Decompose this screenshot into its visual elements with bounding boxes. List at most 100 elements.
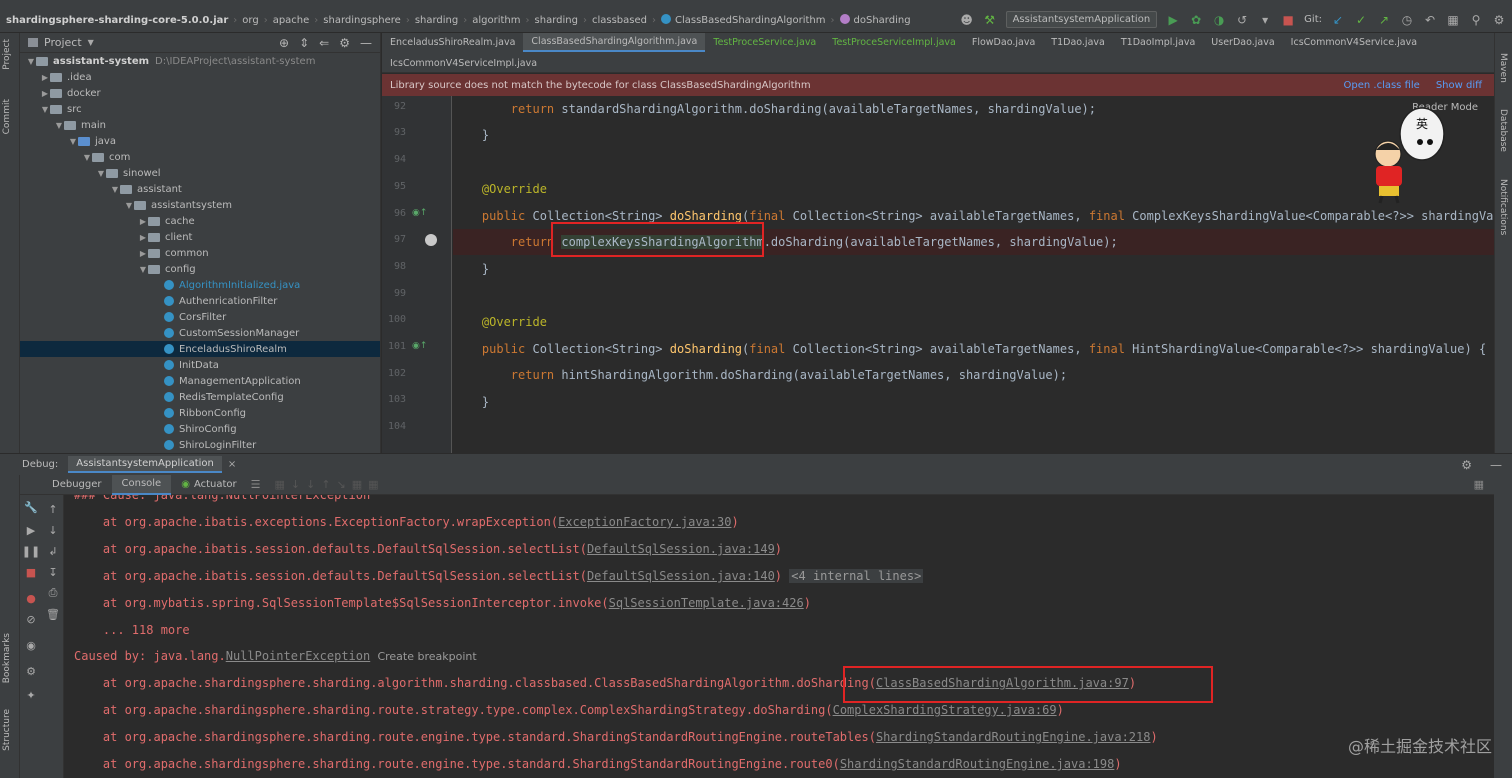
expand-arrow-icon[interactable]: ▼ bbox=[82, 153, 92, 162]
tree-node-package[interactable]: ▼ com bbox=[20, 149, 380, 165]
resume-icon[interactable]: ▶ bbox=[25, 524, 37, 537]
tab-actuator[interactable]: ◉ Actuator bbox=[171, 475, 246, 495]
settings-gear-icon[interactable]: ⚙ bbox=[339, 36, 350, 50]
exception-link[interactable]: NullPointerException bbox=[226, 649, 371, 663]
notifications-tool-tab[interactable]: Notifications bbox=[1498, 179, 1508, 235]
tree-node-package[interactable]: ▼ assistant bbox=[20, 181, 380, 197]
run-icon[interactable]: ▶ bbox=[1166, 13, 1180, 27]
tree-node-class[interactable]: InitData bbox=[20, 357, 380, 373]
console-output[interactable]: ### Cause: java.lang.NullPointerExceptio… bbox=[65, 495, 1494, 778]
tab-enceladus-shiro-realm[interactable]: EnceladusShiroRealm.java bbox=[382, 33, 523, 52]
tree-node-class[interactable]: RibbonConfig bbox=[20, 405, 380, 421]
pin-icon[interactable]: ✦ bbox=[25, 689, 37, 702]
down-arrow-icon[interactable]: ↓ bbox=[47, 524, 59, 537]
layout-icon[interactable]: ▦ bbox=[1474, 478, 1484, 491]
expand-arrow-icon[interactable]: ▶ bbox=[138, 217, 148, 226]
expand-arrow-icon[interactable]: ▼ bbox=[26, 57, 36, 66]
tree-node-folder[interactable]: ▼ main bbox=[20, 117, 380, 133]
rollback-icon[interactable]: ↶ bbox=[1423, 13, 1437, 27]
maven-tool-tab[interactable]: Maven bbox=[1498, 53, 1508, 83]
history-icon[interactable]: ◷ bbox=[1400, 13, 1414, 27]
tree-node-package[interactable]: ▶ common bbox=[20, 245, 380, 261]
stacktrace-link[interactable]: ExceptionFactory.java:30 bbox=[558, 515, 731, 529]
bookmarks-tool-tab[interactable]: Bookmarks bbox=[2, 633, 12, 683]
breadcrumb-method[interactable]: doSharding bbox=[839, 14, 911, 26]
debug-session-tab[interactable]: AssistantsystemApplication bbox=[68, 456, 222, 473]
expand-arrow-icon[interactable]: ▼ bbox=[68, 137, 78, 146]
settings-gear-icon[interactable]: ⚙ bbox=[25, 665, 37, 678]
git-update-icon[interactable]: ↙ bbox=[1331, 13, 1345, 27]
breadcrumb-class[interactable]: ClassBasedShardingAlgorithm bbox=[660, 14, 826, 26]
expand-arrow-icon[interactable]: ▶ bbox=[138, 233, 148, 242]
breadcrumb-sharding[interactable]: sharding bbox=[415, 15, 458, 26]
trash-icon[interactable]: 🗑 bbox=[46, 608, 60, 621]
hide-icon[interactable]: — bbox=[360, 36, 372, 50]
view-breakpoints-icon[interactable]: ● bbox=[25, 592, 37, 605]
tab-debugger[interactable]: Debugger bbox=[42, 475, 112, 495]
stacktrace-link[interactable]: ShardingStandardRoutingEngine.java:218 bbox=[876, 730, 1151, 744]
breadcrumb-apache[interactable]: apache bbox=[273, 15, 310, 26]
debug-icon[interactable]: ✿ bbox=[1189, 13, 1203, 27]
camera-icon[interactable]: ◉ bbox=[25, 639, 37, 652]
profile-icon[interactable]: ↺ bbox=[1235, 13, 1249, 27]
breadcrumb-sharding-2[interactable]: sharding bbox=[535, 15, 578, 26]
locate-icon[interactable]: ⊕ bbox=[279, 36, 289, 50]
commit-tool-tab[interactable]: Commit bbox=[2, 99, 12, 134]
tab-test-proce-service-impl[interactable]: TestProceServiceImpl.java bbox=[824, 33, 964, 52]
stacktrace-link[interactable]: DefaultSqlSession.java:149 bbox=[587, 542, 775, 556]
breadcrumb-shardingsphere[interactable]: shardingsphere bbox=[323, 15, 401, 26]
breadcrumb-jar[interactable]: shardingsphere-sharding-core-5.0.0.jar bbox=[6, 15, 228, 26]
print-icon[interactable]: ⎙ bbox=[47, 586, 59, 599]
tree-node-package[interactable]: ▼ assistantsystem bbox=[20, 197, 380, 213]
git-push-icon[interactable]: ↗ bbox=[1377, 13, 1391, 27]
git-commit-icon[interactable]: ✓ bbox=[1354, 13, 1368, 27]
menu-icon[interactable]: ☰ bbox=[251, 478, 261, 491]
expand-arrow-icon[interactable]: ▶ bbox=[138, 249, 148, 258]
breadcrumb-algorithm[interactable]: algorithm bbox=[472, 15, 520, 26]
close-icon[interactable]: × bbox=[228, 459, 236, 470]
expand-arrow-icon[interactable]: ▼ bbox=[54, 121, 64, 130]
tab-test-proce-service[interactable]: TestProceService.java bbox=[705, 33, 824, 52]
wrench-icon[interactable]: 🔧 bbox=[24, 501, 38, 514]
tree-node-package[interactable]: ▼ config bbox=[20, 261, 380, 277]
settings-gear-icon[interactable]: ⚙ bbox=[1461, 458, 1472, 472]
chevron-down-icon[interactable]: ▼ bbox=[88, 38, 94, 47]
breakpoint-icon[interactable] bbox=[425, 234, 437, 246]
tab-t1-dao-impl[interactable]: T1DaoImpl.java bbox=[1113, 33, 1203, 52]
override-marker-icon[interactable]: ◉↑ bbox=[412, 341, 427, 351]
tree-node-class[interactable]: AuthenricationFilter bbox=[20, 293, 380, 309]
tree-node-class[interactable]: AlgorithmInitialized.java bbox=[20, 277, 380, 293]
structure-tool-tab[interactable]: Structure bbox=[2, 709, 12, 751]
tab-console[interactable]: Console bbox=[111, 474, 172, 495]
database-tool-tab[interactable]: Database bbox=[1498, 109, 1508, 152]
override-marker-icon[interactable]: ◉↑ bbox=[412, 208, 427, 218]
tree-node-class[interactable]: CorsFilter bbox=[20, 309, 380, 325]
mute-breakpoints-icon[interactable]: ⊘ bbox=[25, 613, 37, 626]
stacktrace-link[interactable]: SqlSessionTemplate.java:426 bbox=[609, 596, 804, 610]
stop-icon[interactable]: ■ bbox=[25, 566, 37, 579]
tree-node-package[interactable]: ▶ client bbox=[20, 229, 380, 245]
stacktrace-link[interactable]: DefaultSqlSession.java:140 bbox=[587, 569, 775, 583]
breadcrumb-classbased[interactable]: classbased bbox=[592, 15, 647, 26]
code-editor[interactable]: Reader Mode return standardShardingAlgor… bbox=[453, 96, 1494, 453]
internal-lines-fold[interactable]: <4 internal lines> bbox=[789, 569, 924, 583]
tree-node-package[interactable]: ▼ sinowel bbox=[20, 165, 380, 181]
scroll-to-end-icon[interactable]: ↧ bbox=[47, 566, 59, 579]
tree-node-folder[interactable]: ▼ java bbox=[20, 133, 380, 149]
user-icon[interactable]: ☻ bbox=[960, 13, 974, 27]
tree-node-class[interactable]: ShiroLoginFilter bbox=[20, 437, 380, 453]
tree-node-folder[interactable]: ▶ docker bbox=[20, 85, 380, 101]
tab-t1-dao[interactable]: T1Dao.java bbox=[1043, 33, 1113, 52]
tree-node-class[interactable]: ManagementApplication bbox=[20, 373, 380, 389]
expand-arrow-icon[interactable]: ▼ bbox=[40, 105, 50, 114]
more-icon[interactable]: ▾ bbox=[1258, 13, 1272, 27]
tab-ics-common-v4-service[interactable]: IcsCommonV4Service.java bbox=[1283, 33, 1425, 52]
stacktrace-link[interactable]: ShardingStandardRoutingEngine.java:198 bbox=[840, 757, 1115, 771]
tree-node-package[interactable]: ▶ cache bbox=[20, 213, 380, 229]
soft-wrap-icon[interactable]: ↲ bbox=[47, 545, 59, 558]
stacktrace-link[interactable]: ComplexShardingStrategy.java:69 bbox=[833, 703, 1057, 717]
coverage-icon[interactable]: ◑ bbox=[1212, 13, 1226, 27]
tab-ics-common-v4-service-impl[interactable]: IcsCommonV4ServiceImpl.java bbox=[382, 54, 545, 73]
tree-node-root[interactable]: ▼ assistant-system D:\IDEAProject\assistan… bbox=[20, 53, 380, 69]
tree-node-class-selected[interactable]: EnceladusShiroRealm bbox=[20, 341, 380, 357]
